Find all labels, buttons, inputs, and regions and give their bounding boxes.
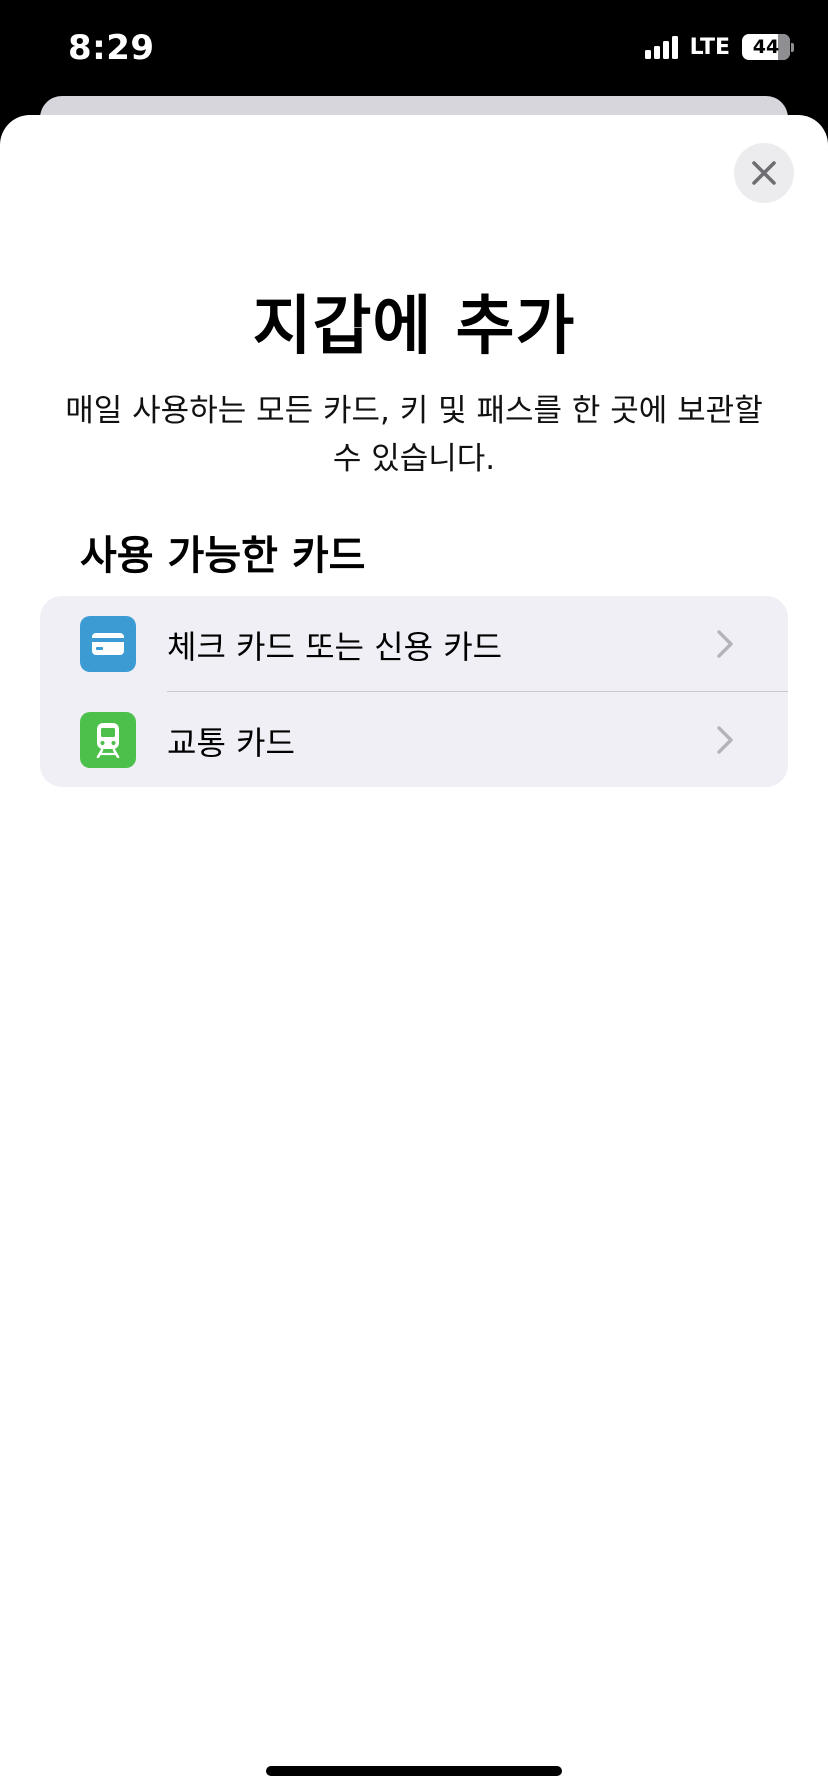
available-cards-list: 체크 카드 또는 신용 카드 교통 카드 (40, 596, 788, 787)
list-item-transit-card[interactable]: 교통 카드 (40, 692, 788, 787)
cellular-signal-icon (644, 35, 678, 59)
page-subtitle: 매일 사용하는 모든 카드, 키 및 패스를 한 곳에 보관할 수 있습니다. (65, 393, 763, 477)
status-indicators: LTE 44 (644, 34, 794, 60)
close-icon (752, 161, 776, 185)
list-item-label: 교통 카드 (167, 724, 295, 762)
credit-card-icon (80, 616, 136, 672)
list-item-label: 체크 카드 또는 신용 카드 (167, 628, 503, 666)
chevron-right-icon (717, 726, 733, 754)
page-title: 지갑에 추가 (252, 290, 576, 364)
section-title: 사용 가능한 카드 (80, 533, 366, 579)
chevron-right-icon (717, 630, 733, 658)
battery-level: 44 (752, 36, 780, 58)
list-item-debit-credit-card[interactable]: 체크 카드 또는 신용 카드 (40, 596, 788, 692)
close-button[interactable] (734, 143, 794, 203)
network-type: LTE (689, 34, 730, 60)
battery-icon: 44 (742, 34, 794, 60)
status-time: 8:29 (68, 28, 155, 68)
status-bar: 8:29 LTE 44 (0, 0, 828, 96)
screen: 8:29 LTE 44 지갑에 추가 매일 사용하는 모든 카드, 키 및 패스… (0, 0, 828, 1792)
add-to-wallet-sheet: 지갑에 추가 매일 사용하는 모든 카드, 키 및 패스를 한 곳에 보관할 수… (0, 115, 828, 1792)
home-indicator[interactable] (266, 1766, 562, 1776)
train-icon (80, 712, 136, 768)
